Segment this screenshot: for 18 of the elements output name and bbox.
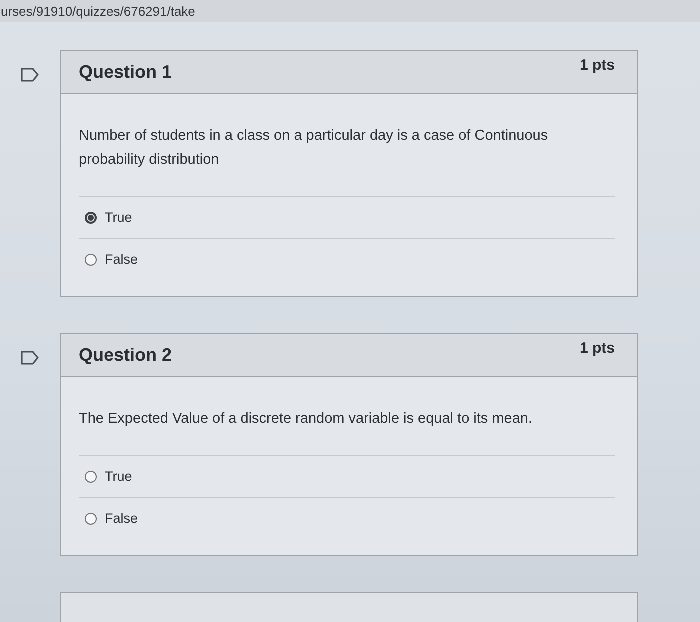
answer-option[interactable]: False [79,497,615,539]
answer-option[interactable]: False [79,238,615,280]
question-title: Question 2 [79,344,172,366]
question-title: Question 1 [79,62,172,82]
url-text: urses/91910/quizzes/676291/take [1,4,196,18]
address-bar[interactable]: urses/91910/quizzes/676291/take [0,0,700,22]
tag-icon[interactable] [21,68,39,82]
question-text: Number of students in a class on a particular day is a case of Continuous probability distribution [79,127,550,170]
points-label: 1 pts [580,57,615,74]
radio-icon[interactable] [85,470,97,482]
tag-icon[interactable] [21,351,39,365]
answer-option[interactable]: True [79,196,615,238]
question-text: The Expected Value of a discrete random variable is equal to its mean. [79,410,534,429]
radio-icon[interactable] [85,254,97,266]
radio-icon[interactable] [85,212,97,224]
answer-option[interactable]: True [79,455,615,497]
points-label: 1 pts [580,340,615,357]
radio-icon[interactable] [85,512,97,524]
